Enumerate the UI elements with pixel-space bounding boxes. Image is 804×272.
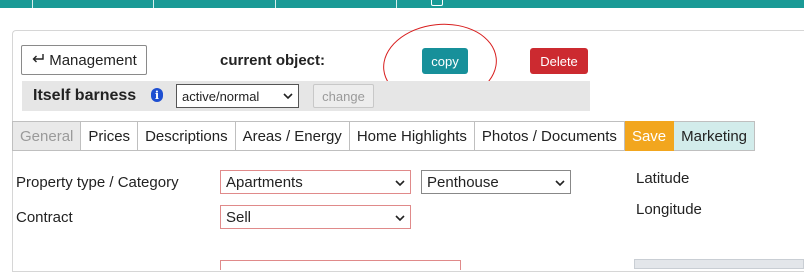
copy-button[interactable]: copy [422, 48, 468, 74]
management-label: Management [49, 51, 137, 69]
delete-button[interactable]: Delete [530, 48, 588, 74]
tab-save[interactable]: Save [624, 121, 675, 151]
top-nav-bar [0, 0, 804, 8]
category-value: Penthouse [427, 173, 499, 191]
map-preview[interactable] [634, 259, 804, 269]
management-button[interactable]: Management [21, 45, 147, 75]
category-select[interactable]: Penthouse [421, 170, 571, 194]
nav-separator [275, 0, 276, 8]
tab-home-highlights[interactable]: Home Highlights [349, 121, 475, 151]
status-title: Itself barness [33, 87, 137, 104]
nav-separator [32, 0, 33, 8]
tab-prices[interactable]: Prices [81, 121, 139, 151]
tab-marketing[interactable]: Marketing [674, 121, 755, 151]
longitude-label: Longitude [636, 201, 702, 218]
chevron-down-icon [395, 176, 405, 194]
chevron-down-icon [283, 89, 293, 106]
next-field-input[interactable] [220, 260, 461, 270]
status-select-value: active/normal [182, 88, 260, 104]
info-icon[interactable]: i [151, 88, 163, 102]
change-button[interactable]: change [313, 84, 374, 108]
contract-value: Sell [226, 208, 252, 226]
chevron-down-icon [395, 211, 405, 229]
chevron-down-icon [555, 176, 565, 194]
current-object-label: current object: [220, 52, 326, 69]
property-type-select[interactable]: Apartments [220, 170, 411, 194]
tab-bar: General Prices Descriptions Areas / Ener… [12, 121, 755, 151]
property-type-value: Apartments [226, 173, 303, 191]
contract-label: Contract [16, 209, 73, 226]
property-type-label: Property type / Category [16, 174, 179, 191]
status-select[interactable]: active/normal [176, 84, 299, 108]
latitude-label: Latitude [636, 170, 690, 187]
tab-areas-energy[interactable]: Areas / Energy [235, 121, 350, 151]
nav-checkbox-icon[interactable] [431, 0, 443, 6]
return-arrow-icon [31, 52, 45, 69]
nav-separator [153, 0, 154, 8]
nav-separator [396, 0, 397, 8]
tab-descriptions[interactable]: Descriptions [138, 121, 236, 151]
tab-photos-documents[interactable]: Photos / Documents [474, 121, 625, 151]
contract-select[interactable]: Sell [220, 205, 411, 229]
tab-general[interactable]: General [12, 121, 82, 151]
